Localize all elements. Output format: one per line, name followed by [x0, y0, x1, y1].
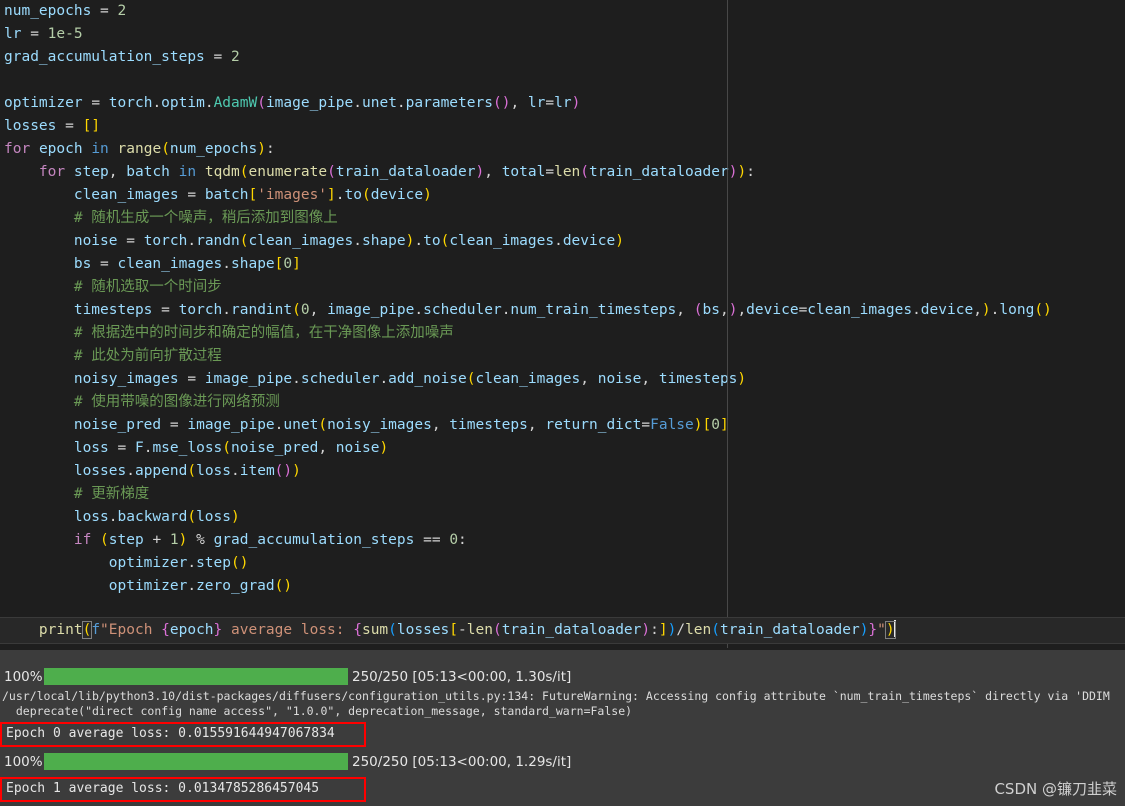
- code-comment-line[interactable]: # 根据选中的时间步和确定的幅值，在干净图像上添加噪声: [0, 322, 1125, 345]
- active-code-line[interactable]: print(f"Epoch {epoch} average loss: {sum…: [0, 617, 1125, 644]
- warning-line: deprecate("direct config name access", "…: [2, 704, 633, 718]
- progress-row: 100% 250/250 [05:13<00:00, 1.30s/it]: [0, 664, 1125, 689]
- code-comment-line[interactable]: # 使用带噪的图像进行网络预测: [0, 391, 1125, 414]
- progress-bar: [44, 668, 348, 685]
- code-line[interactable]: lr = 1e-5: [0, 23, 1125, 46]
- progress-meta-label: 250/250 [05:13<00:00, 1.30s/it]: [352, 668, 572, 685]
- code-line[interactable]: noisy_images = image_pipe.scheduler.add_…: [0, 368, 1125, 391]
- code-line[interactable]: noise_pred = image_pipe.unet(noisy_image…: [0, 414, 1125, 437]
- code-line[interactable]: optimizer.step(): [0, 552, 1125, 575]
- code-line[interactable]: bs = clean_images.shape[0]: [0, 253, 1125, 276]
- code-line-blank[interactable]: [0, 69, 1125, 92]
- code-line[interactable]: for epoch in range(num_epochs):: [0, 138, 1125, 161]
- code-comment-line[interactable]: # 随机选取一个时间步: [0, 276, 1125, 299]
- code-line[interactable]: optimizer = torch.optim.AdamW(image_pipe…: [0, 92, 1125, 115]
- epoch-result-row: Epoch 0 average loss: 0.0155916449470678…: [0, 722, 1125, 748]
- progress-bar: [44, 753, 348, 770]
- code-line[interactable]: if (step + 1) % grad_accumulation_steps …: [0, 529, 1125, 552]
- code-line[interactable]: optimizer.zero_grad(): [0, 575, 1125, 598]
- output-console-pane[interactable]: 100% 250/250 [05:13<00:00, 1.30s/it] /us…: [0, 650, 1125, 806]
- code-comment-line[interactable]: # 更新梯度: [0, 483, 1125, 506]
- csdn-watermark: CSDN @镰刀韭菜: [994, 780, 1117, 798]
- code-comment-line[interactable]: # 此处为前向扩散过程: [0, 345, 1125, 368]
- code-line[interactable]: losses = []: [0, 115, 1125, 138]
- progress-meta-label: 250/250 [05:13<00:00, 1.29s/it]: [352, 753, 572, 770]
- code-line[interactable]: for step, batch in tqdm(enumerate(train_…: [0, 161, 1125, 184]
- epoch-result-highlight-box: Epoch 0 average loss: 0.0155916449470678…: [0, 722, 366, 747]
- code-line[interactable]: clean_images = batch['images'].to(device…: [0, 184, 1125, 207]
- code-line[interactable]: num_epochs = 2: [0, 0, 1125, 23]
- code-line[interactable]: loss = F.mse_loss(noise_pred, noise): [0, 437, 1125, 460]
- code-line[interactable]: loss.backward(loss): [0, 506, 1125, 529]
- epoch-result-row: Epoch 1 average loss: 0.0134785286457045: [0, 777, 1125, 803]
- warning-line: /usr/local/lib/python3.10/dist-packages/…: [2, 689, 1110, 703]
- code-line[interactable]: losses.append(loss.item()): [0, 460, 1125, 483]
- progress-percent-label: 100%: [4, 668, 43, 685]
- text-caret: [893, 620, 896, 637]
- code-line[interactable]: noise = torch.randn(clean_images.shape).…: [0, 230, 1125, 253]
- progress-row: 100% 250/250 [05:13<00:00, 1.29s/it]: [0, 749, 1125, 774]
- code-line[interactable]: timesteps = torch.randint(0, image_pipe.…: [0, 299, 1125, 322]
- code-comment-line[interactable]: # 随机生成一个噪声，稍后添加到图像上: [0, 207, 1125, 230]
- progress-percent-label: 100%: [4, 753, 43, 770]
- code-line[interactable]: grad_accumulation_steps = 2: [0, 46, 1125, 69]
- code-editor-pane[interactable]: num_epochs = 2 lr = 1e-5 grad_accumulati…: [0, 0, 1125, 648]
- epoch-result-highlight-box: Epoch 1 average loss: 0.0134785286457045: [0, 777, 366, 802]
